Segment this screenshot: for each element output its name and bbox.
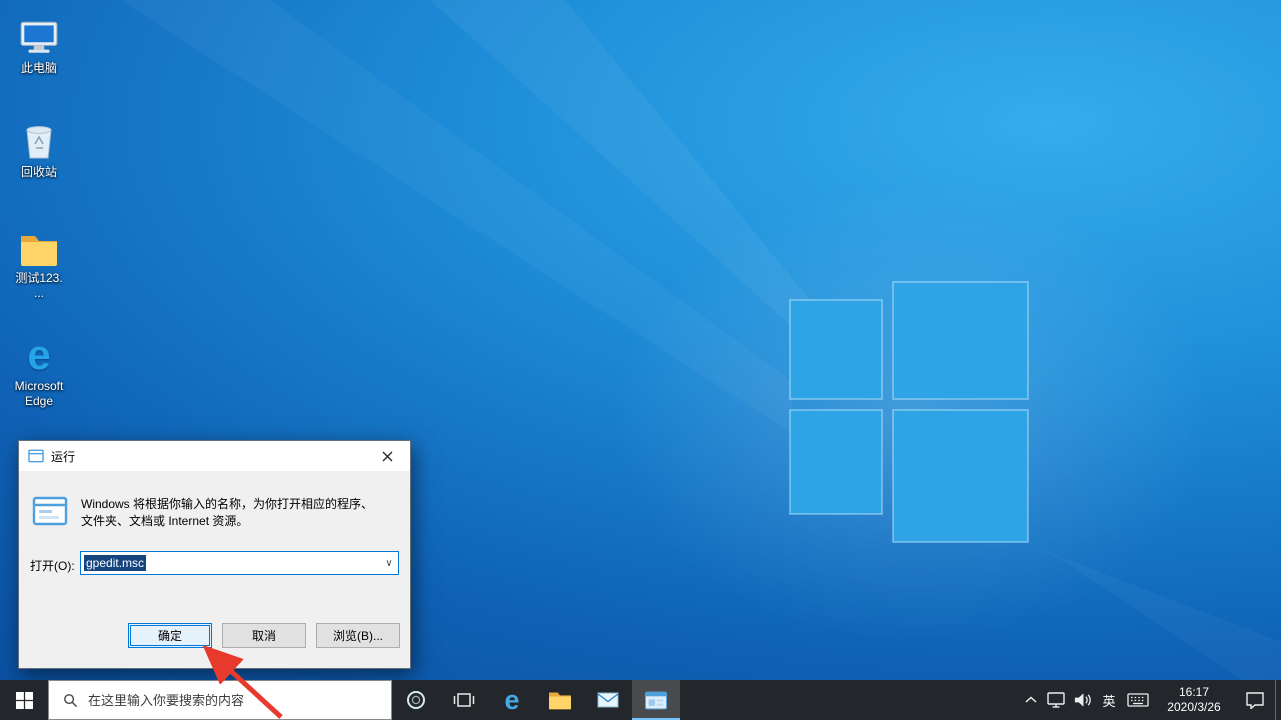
run-dialog-titlebar[interactable]: 运行 [19, 441, 410, 471]
mail-icon [597, 691, 619, 709]
close-icon [382, 451, 393, 462]
search-input[interactable] [88, 693, 391, 708]
windows-start-icon [16, 692, 33, 709]
tray-ime-indicator[interactable]: 英 [1095, 680, 1123, 720]
recycle-bin-icon [6, 118, 72, 162]
taskbar-clock[interactable]: 16:17 2020/3/26 [1153, 680, 1235, 720]
show-desktop-button[interactable] [1275, 680, 1281, 720]
cortana-icon [405, 689, 427, 711]
run-dialog-title: 运行 [51, 448, 75, 465]
folder-icon [6, 224, 72, 268]
taskbar: e [0, 680, 1281, 720]
tray-display-button[interactable] [1043, 680, 1069, 720]
taskbar-active-window-button[interactable] [632, 680, 680, 720]
this-pc-icon [6, 14, 72, 58]
cancel-button[interactable]: 取消 [222, 623, 306, 648]
run-icon [28, 449, 44, 463]
start-button[interactable] [0, 680, 48, 720]
windows-logo [790, 282, 1028, 542]
taskbar-edge-button[interactable]: e [488, 680, 536, 720]
action-center-icon [1245, 691, 1265, 709]
desktop-icon-label: Microsoft [6, 379, 72, 394]
run-dialog-description: Windows 将根据你输入的名称，为你打开相应的程序、 文件夹、文档或 Int… [81, 496, 401, 530]
task-view-button[interactable] [440, 680, 488, 720]
chevron-up-icon [1025, 696, 1037, 704]
file-explorer-icon [547, 689, 573, 711]
search-icon [63, 693, 78, 708]
tray-touch-keyboard-button[interactable] [1123, 680, 1153, 720]
clock-date: 2020/3/26 [1167, 700, 1220, 715]
volume-icon [1073, 692, 1092, 708]
desktop-icon-label-line2: Edge [6, 394, 72, 409]
clock-time: 16:17 [1179, 685, 1209, 700]
tray-volume-button[interactable] [1069, 680, 1095, 720]
description-line1: Windows 将根据你输入的名称，为你打开相应的程序、 [81, 496, 401, 513]
edge-icon: e [27, 334, 50, 376]
active-window-icon [644, 690, 668, 711]
desktop-icon-this-pc[interactable]: 此电脑 [6, 14, 72, 76]
desktop-icon-label: 此电脑 [6, 61, 72, 76]
close-button[interactable] [365, 441, 410, 471]
system-tray: 英 16:17 2020/3/26 [1019, 680, 1281, 720]
desktop-icon-recycle-bin[interactable]: 回收站 [6, 118, 72, 180]
taskbar-mail-button[interactable] [584, 680, 632, 720]
desktop-icon-microsoft-edge[interactable]: e Microsoft Edge [6, 332, 72, 409]
desktop-icon-label: 测试123. [6, 271, 72, 286]
desktop-icon-label: 回收站 [6, 165, 72, 180]
browse-button[interactable]: 浏览(B)... [316, 623, 400, 648]
edge-icon: e [504, 687, 519, 714]
task-view-icon [453, 690, 475, 710]
taskbar-file-explorer-button[interactable] [536, 680, 584, 720]
open-label: 打开(O): [30, 557, 75, 574]
tray-expand-button[interactable] [1019, 680, 1043, 720]
ok-button[interactable]: 确定 [128, 623, 212, 648]
action-center-button[interactable] [1235, 680, 1275, 720]
taskbar-search-box[interactable] [48, 680, 392, 720]
run-dialog: 运行 Windows 将根据你输入的名称，为你打开相应的程序、 文件夹、文档或 … [18, 440, 411, 669]
display-icon [1046, 691, 1066, 709]
run-command-combobox[interactable]: gpedit.msc ∨ [80, 551, 399, 575]
desktop-icon-test-folder[interactable]: 测试123. ... [6, 224, 72, 301]
touch-keyboard-icon [1127, 692, 1149, 708]
description-line2: 文件夹、文档或 Internet 资源。 [81, 513, 401, 530]
cortana-button[interactable] [392, 680, 440, 720]
chevron-down-icon[interactable]: ∨ [380, 552, 398, 574]
run-dialog-icon [32, 496, 68, 526]
desktop-icon-label-line2: ... [6, 286, 72, 301]
run-command-input[interactable]: gpedit.msc [84, 555, 146, 571]
